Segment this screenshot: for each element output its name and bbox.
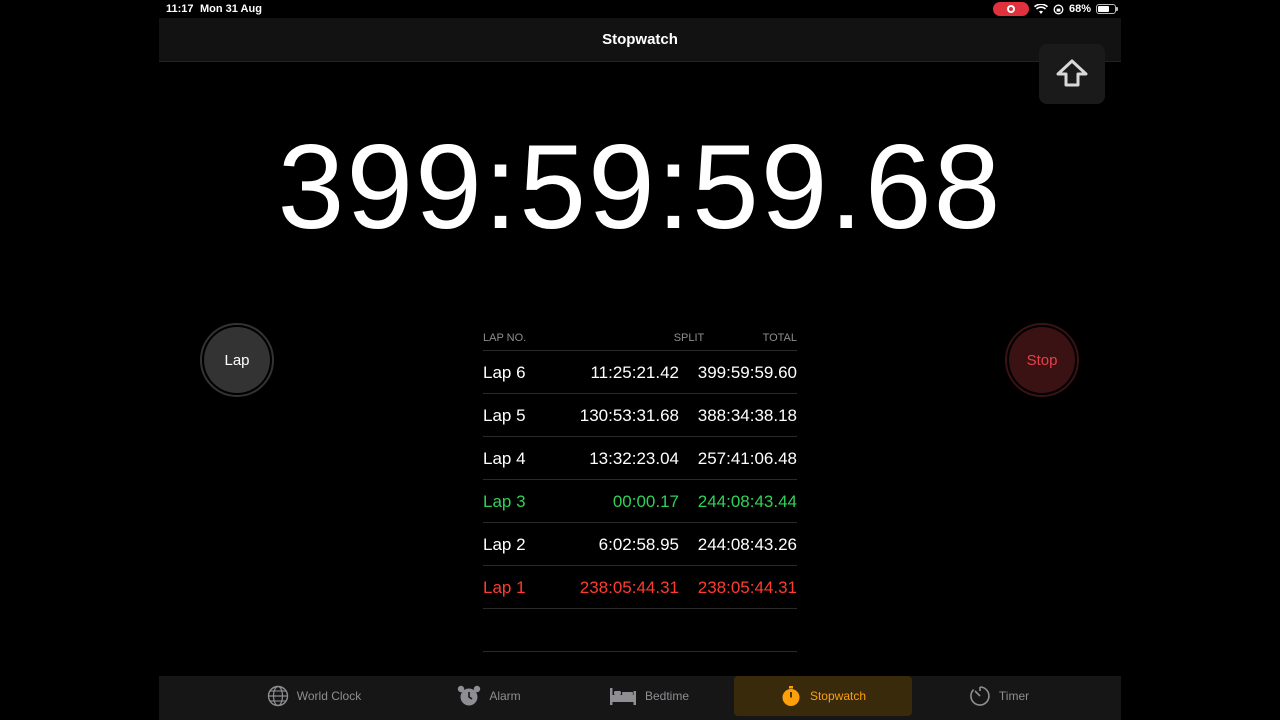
lap-total: 238:05:44.31	[697, 578, 797, 597]
globe-icon	[267, 685, 288, 707]
lap-button-label: Lap	[204, 327, 270, 393]
lap-name: Lap 3	[483, 492, 526, 511]
lap-name: Lap 1	[483, 578, 526, 597]
lap-total: 257:41:06.48	[697, 449, 797, 468]
lap-split: 130:53:31.68	[579, 406, 679, 425]
orientation-lock-icon	[1053, 4, 1064, 14]
tab-timer[interactable]: Timer	[949, 676, 1049, 716]
lap-split: 6:02:58.95	[598, 535, 679, 554]
bed-icon	[609, 688, 636, 705]
tab-stopwatch[interactable]: Stopwatch	[734, 676, 912, 716]
lap-name: Lap 5	[483, 406, 526, 425]
lap-name: Lap 6	[483, 363, 526, 382]
tab-label: Bedtime	[644, 689, 690, 703]
tab-label: Timer	[998, 689, 1030, 703]
stop-button-label: Stop	[1009, 327, 1075, 393]
lap-split: 11:25:21.42	[590, 363, 679, 382]
tab-bedtime[interactable]: Bedtime	[594, 676, 704, 716]
laps-header: LAP NO. SPLIT TOTAL	[483, 326, 797, 351]
lap-name: Lap 4	[483, 449, 526, 468]
battery-percent: 68%	[1068, 3, 1091, 15]
wifi-icon	[1033, 3, 1048, 14]
status-date: Mon 31 Aug	[200, 3, 262, 15]
header-split: SPLIT	[673, 332, 705, 344]
page-title: Stopwatch	[602, 31, 678, 48]
lap-row: Lap 6 11:25:21.42 399:59:59.60	[483, 351, 797, 394]
tab-label: Stopwatch	[809, 689, 867, 703]
lap-row: Lap 5 130:53:31.68 388:34:38.18	[483, 394, 797, 437]
status-bar: 11:17 Mon 31 Aug 68%	[0, 0, 1280, 18]
laps-list: Lap 6 11:25:21.42 399:59:59.60 Lap 5 130:53:…	[483, 351, 797, 609]
timer-icon	[970, 686, 990, 706]
header-lap-no: LAP NO.	[483, 332, 527, 344]
navigation-bar: Stopwatch	[159, 18, 1121, 62]
lap-total: 244:08:43.26	[697, 535, 797, 554]
lap-row: Lap 4 13:32:23.04 257:41:06.48	[483, 437, 797, 480]
lap-total: 244:08:43.44	[697, 492, 797, 511]
laps-empty-row	[483, 609, 797, 652]
status-right: 68%	[992, 2, 1118, 16]
header-total: TOTAL	[762, 332, 797, 344]
status-time: 11:17	[166, 3, 194, 15]
share-upload-icon	[1056, 59, 1088, 87]
alarm-clock-icon	[458, 685, 481, 706]
lap-split: 00:00.17	[612, 492, 679, 511]
lap-total: 399:59:59.60	[697, 363, 797, 382]
lap-total: 388:34:38.18	[697, 406, 797, 425]
tab-alarm[interactable]: Alarm	[439, 676, 539, 716]
battery-icon	[1096, 4, 1118, 14]
lap-split: 13:32:23.04	[589, 449, 679, 468]
stopwatch-icon	[782, 686, 800, 706]
stop-button[interactable]: Stop	[1005, 323, 1079, 397]
screen-record-icon[interactable]	[992, 2, 1029, 16]
laps-table: LAP NO. SPLIT TOTAL Lap 6 11:25:21.42 399:…	[483, 326, 797, 652]
lap-button[interactable]: Lap	[200, 323, 274, 397]
lap-split: 238:05:44.31	[579, 578, 679, 597]
share-button[interactable]	[1039, 44, 1105, 104]
tab-label: Alarm	[489, 689, 521, 703]
stopwatch-display: 399:59:59.68	[277, 120, 1003, 254]
lap-row: Lap 3 00:00.17 244:08:43.44	[483, 480, 797, 523]
lap-row: Lap 2 6:02:58.95 244:08:43.26	[483, 523, 797, 566]
tab-bar: World Clock Alarm Bedtime Stopwatch Time…	[159, 676, 1121, 720]
lap-name: Lap 2	[483, 535, 526, 554]
tab-world-clock[interactable]: World Clock	[249, 676, 379, 716]
lap-row: Lap 1 238:05:44.31 238:05:44.31	[483, 566, 797, 609]
tab-label: World Clock	[296, 689, 362, 703]
